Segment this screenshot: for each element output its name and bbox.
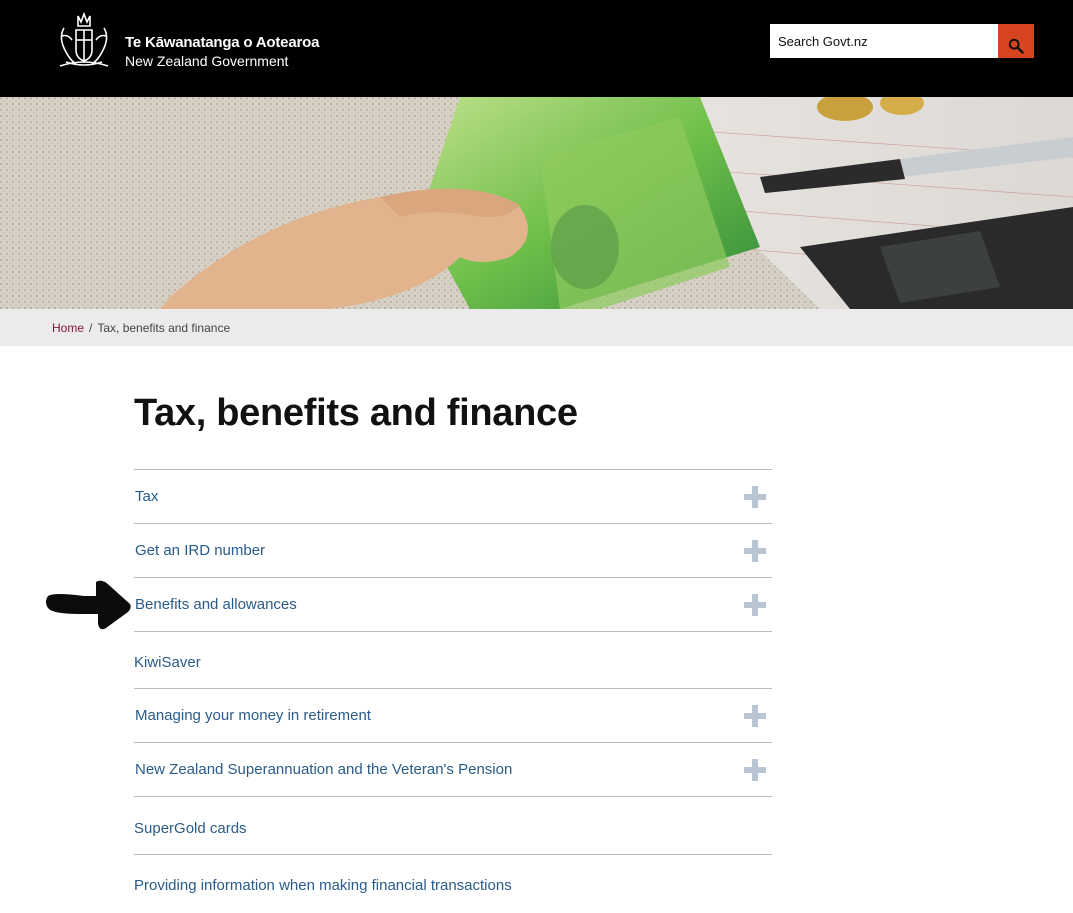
topic-list: Tax Get an IRD number Benefits and allow…: [134, 469, 772, 913]
hero-banner-image: [0, 97, 1073, 309]
pointing-arrow-icon: [46, 580, 131, 630]
expand-plus-icon[interactable]: [744, 540, 766, 562]
list-item-label[interactable]: Managing your money in retirement: [135, 707, 371, 724]
list-item-managing-money-retirement[interactable]: Managing your money in retirement: [134, 689, 772, 743]
list-item-get-ird-number[interactable]: Get an IRD number: [134, 524, 772, 578]
list-item-kiwisaver[interactable]: KiwiSaver: [134, 632, 772, 689]
search-button[interactable]: [998, 24, 1034, 58]
list-item-providing-information[interactable]: Providing information when making financ…: [134, 855, 772, 913]
list-item-supergold-cards[interactable]: SuperGold cards: [134, 797, 772, 855]
expand-plus-icon[interactable]: [744, 486, 766, 508]
list-item-label[interactable]: Get an IRD number: [135, 542, 265, 559]
search-input[interactable]: [770, 24, 998, 58]
breadcrumb-home-link[interactable]: Home: [52, 321, 84, 335]
expand-plus-icon[interactable]: [744, 759, 766, 781]
logo-title-maori: Te Kāwanatanga o Aotearoa: [125, 34, 320, 51]
breadcrumb: Home / Tax, benefits and finance: [52, 321, 230, 335]
list-item-label[interactable]: Benefits and allowances: [135, 596, 297, 613]
page-title: Tax, benefits and finance: [134, 392, 578, 434]
expand-plus-icon[interactable]: [744, 594, 766, 616]
list-item-benefits-allowances[interactable]: Benefits and allowances: [134, 578, 772, 632]
breadcrumb-separator: /: [89, 321, 93, 335]
list-item-label[interactable]: Providing information when making financ…: [134, 877, 512, 894]
list-item-label[interactable]: New Zealand Superannuation and the Veter…: [135, 761, 512, 778]
list-item-tax[interactable]: Tax: [134, 470, 772, 524]
site-header: Te Kāwanatanga o Aotearoa New Zealand Go…: [0, 0, 1073, 97]
list-item-label[interactable]: Tax: [135, 488, 158, 505]
list-item-nz-superannuation[interactable]: New Zealand Superannuation and the Veter…: [134, 743, 772, 797]
expand-plus-icon[interactable]: [744, 705, 766, 727]
list-item-label[interactable]: SuperGold cards: [134, 820, 247, 837]
list-item-label[interactable]: KiwiSaver: [134, 654, 201, 671]
coat-of-arms-icon: [59, 11, 109, 67]
search-icon: [1008, 38, 1024, 54]
breadcrumb-current: Tax, benefits and finance: [97, 321, 231, 335]
logo-title-english: New Zealand Government: [125, 53, 289, 69]
breadcrumb-bar: Home / Tax, benefits and finance: [0, 309, 1073, 346]
govt-logo[interactable]: Te Kāwanatanga o Aotearoa New Zealand Go…: [52, 10, 332, 72]
